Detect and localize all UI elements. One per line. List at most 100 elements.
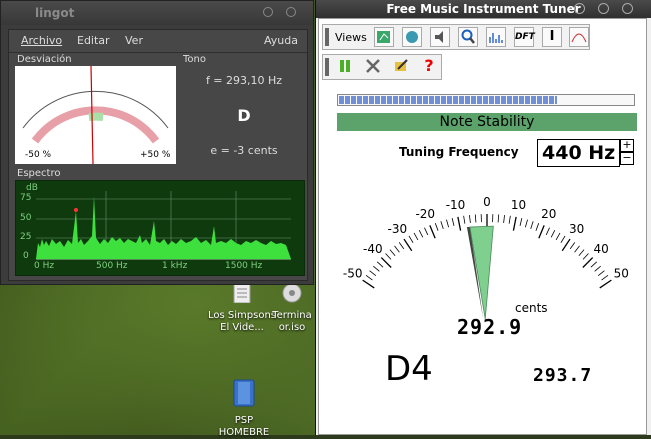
- espectro-label: Espectro: [17, 168, 60, 179]
- dial-minor-tick: [386, 254, 391, 260]
- dft-icon[interactable]: DFT: [514, 27, 534, 47]
- dial-minor-tick: [399, 242, 404, 248]
- dial-minor-tick: [536, 223, 539, 231]
- edit-icon[interactable]: [391, 57, 411, 77]
- dial-tick-label: -40: [363, 242, 383, 256]
- waveform-icon[interactable]: [569, 27, 589, 47]
- speaker-icon[interactable]: [430, 27, 450, 47]
- dial-minor-tick: [441, 221, 443, 229]
- frequency-text: f = 293,10 Hz: [183, 74, 305, 87]
- dial-needle: [470, 226, 493, 319]
- dial-minor-tick: [409, 236, 413, 243]
- menu-ayuda[interactable]: Ayuda: [264, 34, 298, 47]
- dial-tick-label: 40: [594, 242, 609, 256]
- dial-minor-tick: [531, 221, 533, 229]
- dial-minor-tick: [583, 254, 588, 260]
- dial-major-tick: [539, 225, 544, 238]
- dial-minor-tick: [394, 246, 399, 252]
- gauge-max-label: +50 %: [140, 150, 170, 160]
- tools-icon[interactable]: [363, 57, 383, 77]
- dial-minor-tick: [446, 220, 448, 228]
- desviacion-label: Desviación: [17, 54, 72, 65]
- dial-minor-tick: [602, 275, 608, 280]
- toolbar-grip[interactable]: [325, 58, 329, 76]
- menu-archivo[interactable]: Archivo: [21, 34, 62, 47]
- dial-major-tick: [430, 225, 435, 238]
- desktop-icon-psp-homebrew[interactable]: PSP HOMEBRE: [209, 378, 279, 439]
- tono-label: Tono: [183, 54, 206, 65]
- dial-major-tick: [600, 280, 612, 288]
- dial-major-tick: [513, 217, 516, 231]
- dial-minor-tick: [570, 242, 575, 248]
- dial-tick-label: 30: [569, 222, 584, 236]
- tuner-icon[interactable]: [402, 27, 422, 47]
- dial-minor-tick: [498, 214, 499, 222]
- dial-minor-tick: [464, 216, 465, 224]
- dial-minor-tick: [424, 228, 427, 235]
- minimize-icon[interactable]: [598, 3, 609, 14]
- views-label: Views: [335, 31, 367, 44]
- folder-icon: [209, 378, 279, 412]
- tuner-panel: Views DFT I ? Note Stability Tuning Freq…: [318, 18, 647, 435]
- dial-minor-tick: [475, 214, 476, 222]
- tuning-decrease-button[interactable]: −: [620, 152, 634, 165]
- note-display: D: [183, 106, 305, 125]
- spectrum-x-tick: 1500 Hz: [225, 261, 262, 271]
- lingot-window: lingot Archivo Editar Ver Ayuda Desviaci…: [0, 0, 314, 285]
- tuning-frequency-label: Tuning Frequency: [399, 145, 519, 159]
- error-text: e = -3 cents: [183, 144, 305, 157]
- dial-major-tick: [583, 258, 593, 268]
- menu-editar[interactable]: Editar: [77, 34, 110, 47]
- dial-major-tick: [363, 280, 375, 288]
- spectrum-x-tick: 1 kHz: [162, 261, 187, 271]
- lingot-body: Archivo Editar Ver Ayuda Desviación Tono…: [8, 29, 308, 281]
- lingot-menubar: Archivo Editar Ver Ayuda: [9, 30, 307, 53]
- dial-minor-tick: [435, 223, 438, 231]
- note-readout: D4: [385, 349, 433, 389]
- minimize-icon[interactable]: [263, 7, 273, 17]
- tuner-window: Free Music Instrument Tuner Views DFT I …: [315, 0, 651, 435]
- tuner-titlebar[interactable]: Free Music Instrument Tuner: [316, 0, 651, 18]
- chart-icon[interactable]: [374, 27, 394, 47]
- dial-tick-label: 10: [511, 198, 526, 212]
- dial-minor-tick: [598, 271, 604, 276]
- dial-minor-tick: [561, 236, 565, 243]
- dial-minor-tick: [469, 215, 470, 223]
- dial-minor-tick: [546, 228, 549, 235]
- dial-minor-tick: [551, 230, 555, 237]
- spectrum-bars: [36, 196, 291, 259]
- dial-minor-tick: [452, 218, 454, 226]
- dial-major-tick: [404, 239, 412, 251]
- spectrum-x-tick: 500 Hz: [96, 261, 128, 271]
- dial-minor-tick: [390, 250, 395, 256]
- dial-major-tick: [562, 239, 570, 251]
- frequency-readout: 292.9: [457, 315, 522, 339]
- toolbar-grip[interactable]: [325, 28, 329, 46]
- dial-minor-tick: [509, 216, 510, 224]
- lingot-titlebar[interactable]: lingot: [1, 1, 313, 25]
- close-icon[interactable]: [286, 7, 296, 17]
- tuning-frequency-input[interactable]: 440 Hz: [537, 139, 620, 167]
- secondary-frequency-readout: 293.7: [533, 365, 592, 386]
- dial-minor-tick: [579, 250, 584, 256]
- dial-minor-tick: [595, 266, 601, 271]
- signal-level-fill: [339, 96, 557, 104]
- dial-tick-label: -50: [343, 266, 363, 280]
- info-icon[interactable]: I: [542, 27, 562, 47]
- disc-icon: [264, 283, 320, 307]
- spectrum-icon[interactable]: [486, 27, 506, 47]
- zoom-icon[interactable]: [458, 27, 478, 47]
- dial-major-tick: [458, 217, 461, 231]
- desktop-icon-terminator-iso[interactable]: Termina or.iso: [264, 283, 320, 334]
- dial-tick-label: -10: [446, 198, 466, 212]
- pause-icon[interactable]: [335, 57, 355, 77]
- cents-label: cents: [515, 301, 548, 315]
- dial-tick-label: 50: [614, 266, 629, 280]
- menu-ver[interactable]: Ver: [125, 34, 143, 47]
- dial-minor-tick: [504, 215, 505, 223]
- close-icon[interactable]: [622, 3, 633, 14]
- dial-tick-label: -30: [388, 222, 408, 236]
- dial-minor-tick: [520, 218, 522, 226]
- help-icon[interactable]: ?: [419, 57, 439, 77]
- menu-icon[interactable]: [574, 3, 585, 14]
